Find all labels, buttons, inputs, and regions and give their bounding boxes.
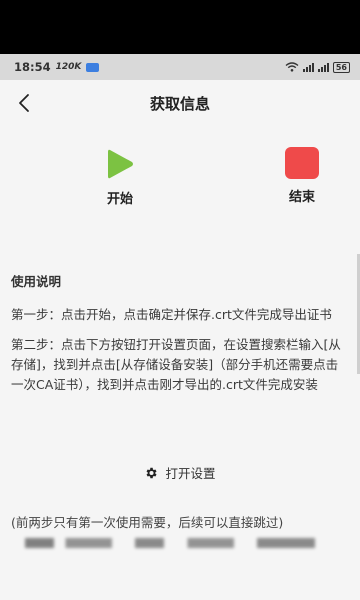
- phone-screen: 18:54 120K 56 获取信息 开始 结束 使用说明 第一步：点击开始，点…: [0, 54, 360, 600]
- step-one: 第一步：点击开始，点击确定并保存.crt文件完成导出证书: [11, 307, 332, 322]
- status-bar: 18:54 120K 56: [0, 54, 360, 80]
- notification-icon: [86, 62, 100, 72]
- step-two: 第二步：点击下方按钮打开设置页面，在设置搜索栏输入[从存储]，找到并点击[从存储…: [11, 337, 341, 392]
- gear-icon: [146, 467, 158, 478]
- stop-icon: [285, 147, 319, 179]
- open-settings-label: 打开设置: [165, 466, 216, 481]
- status-time: 18:54: [14, 60, 51, 74]
- battery-icon: 56: [332, 61, 350, 73]
- top-letterbox: [0, 0, 360, 54]
- back-button[interactable]: [10, 88, 38, 118]
- cut-off-text: [25, 538, 315, 548]
- network-speed: 120K: [55, 62, 82, 72]
- start-button[interactable]: 开始: [90, 147, 150, 207]
- stop-label: 结束: [288, 190, 315, 205]
- signal-icon: [302, 62, 314, 72]
- open-settings-button[interactable]: 打开设置: [0, 463, 360, 482]
- page-title: 获取信息: [149, 94, 210, 113]
- instructions: 使用说明 第一步：点击开始，点击确定并保存.crt文件完成导出证书 第二步：点击…: [11, 272, 347, 405]
- play-icon: [108, 149, 133, 179]
- wifi-icon: [285, 62, 299, 72]
- footnote: (前两步只有第一次使用需要，后续可以直接跳过): [11, 515, 284, 530]
- instructions-title: 使用说明: [11, 274, 62, 289]
- signal-icon-2: [317, 62, 329, 72]
- start-label: 开始: [106, 192, 133, 207]
- nav-bar: 获取信息: [0, 80, 360, 126]
- chevron-left-icon: [19, 94, 29, 112]
- stop-button[interactable]: 结束: [272, 147, 332, 205]
